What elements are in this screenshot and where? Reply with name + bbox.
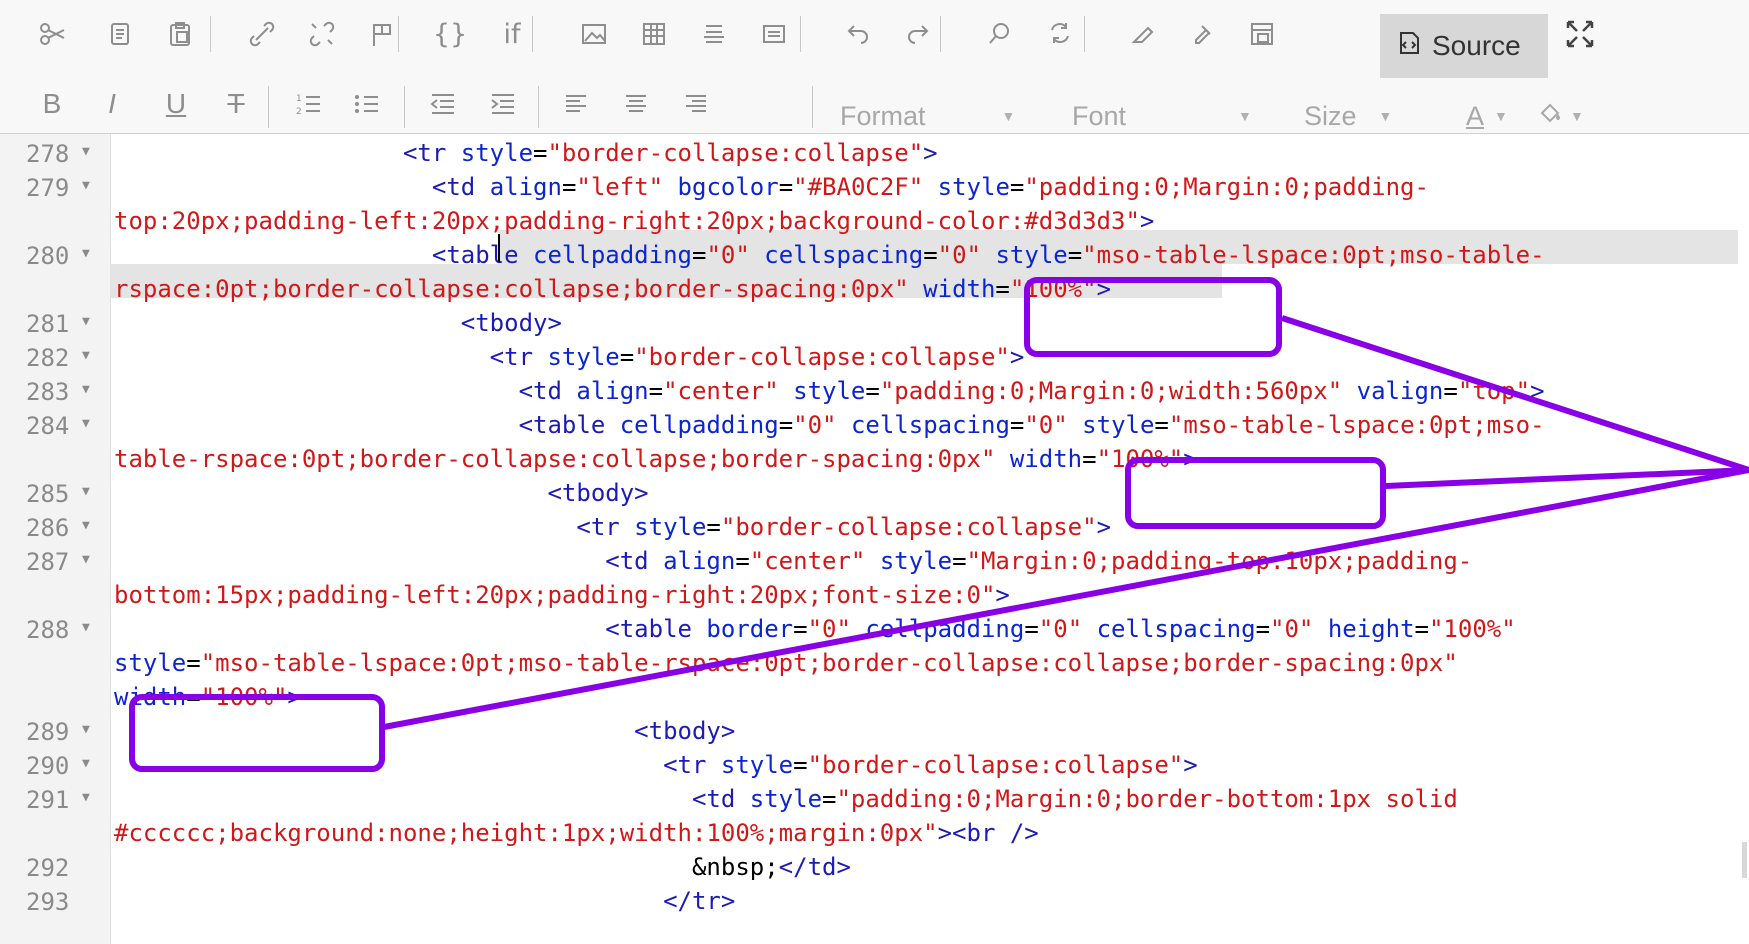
annotation-box — [129, 694, 385, 772]
annotation-box — [1125, 457, 1386, 529]
annotation-arrow — [1281, 315, 1749, 473]
annotation-box — [1024, 277, 1282, 357]
annotation-overlay — [129, 277, 1749, 772]
annotation-arrow — [383, 467, 1749, 730]
